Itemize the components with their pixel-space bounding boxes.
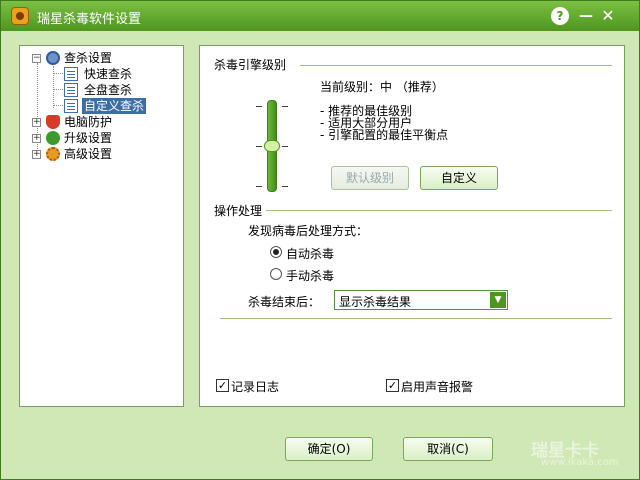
tree-item-pc-protection[interactable]: + 电脑防护 <box>26 114 176 130</box>
after-scan-value: 显示杀毒结果 <box>339 295 412 309</box>
section-divider <box>220 318 612 319</box>
manual-kill-label[interactable]: 手动杀毒 <box>286 267 334 284</box>
tree-item-scan-settings[interactable]: − 查杀设置 <box>26 50 176 66</box>
update-check-icon <box>46 131 60 145</box>
tree-item-quick-scan[interactable]: 快速查杀 <box>26 66 176 82</box>
tree-item-label: 自定义查杀 <box>82 98 147 114</box>
settings-tree: − 查杀设置 快速查杀 全盘查杀 自定义查杀 + 电脑防护 + 升级设置 + 高… <box>19 45 184 407</box>
current-level-text: 当前级别：中 （推荐） <box>320 80 444 94</box>
collapse-icon[interactable]: − <box>32 54 41 63</box>
document-icon <box>64 67 78 81</box>
gear-icon <box>46 147 60 161</box>
section-divider <box>300 65 612 66</box>
tree-item-label: 升级设置 <box>64 131 113 145</box>
watermark: 瑞星卡卡 www.ikaka.com <box>509 433 635 473</box>
tree-item-label: 高级设置 <box>64 147 113 161</box>
manual-kill-radio[interactable] <box>270 268 282 280</box>
operation-section-title: 操作处理 <box>214 204 263 218</box>
tree-item-advanced-settings[interactable]: + 高级设置 <box>26 146 176 162</box>
tree-item-custom-scan[interactable]: 自定义查杀 <box>26 98 176 114</box>
engine-level-slider-thumb[interactable] <box>264 140 280 152</box>
slider-tick <box>256 146 262 147</box>
virus-found-label: 发现病毒后处理方式： <box>248 224 369 238</box>
auto-kill-label[interactable]: 自动杀毒 <box>286 245 334 262</box>
after-scan-select[interactable]: 显示杀毒结果 ▼ <box>334 290 508 310</box>
auto-kill-radio[interactable] <box>270 246 282 258</box>
document-icon <box>64 99 78 113</box>
log-label[interactable]: 记录日志 <box>231 378 279 395</box>
sound-alarm-checkbox[interactable]: ✓ <box>386 379 399 392</box>
slider-tick <box>282 186 288 187</box>
document-icon <box>64 83 78 97</box>
custom-level-button[interactable]: 自定义 <box>420 166 498 190</box>
slider-tick <box>256 186 262 187</box>
scan-magnifier-icon <box>46 51 60 65</box>
slider-tick <box>282 146 288 147</box>
help-button[interactable]: ? <box>551 7 569 25</box>
after-scan-label: 杀毒结束后： <box>248 295 321 309</box>
ok-button[interactable]: 确定(O) <box>285 437 373 461</box>
tree-item-update-settings[interactable]: + 升级设置 <box>26 130 176 146</box>
settings-window: 瑞星杀毒软件设置 ? — ✕ − 查杀设置 快速查杀 全盘查杀 自定义查杀 + <box>0 0 640 480</box>
expand-icon[interactable]: + <box>32 150 41 159</box>
minimize-button[interactable]: — <box>577 7 595 25</box>
rising-logo-icon <box>11 7 29 25</box>
default-level-button[interactable]: 默认级别 <box>331 166 409 190</box>
close-button[interactable]: ✕ <box>599 7 617 25</box>
tree-item-label: 电脑防护 <box>64 115 113 129</box>
engine-section-title: 杀毒引擎级别 <box>214 58 287 72</box>
tree-item-label: 查杀设置 <box>64 51 113 65</box>
settings-panel: 杀毒引擎级别 当前级别：中 （推荐） - 推荐的最佳级别 - 适用大部分用户 -… <box>199 45 625 407</box>
window-title: 瑞星杀毒软件设置 <box>37 12 142 27</box>
watermark-url: www.ikaka.com <box>541 457 619 468</box>
tree-item-label: 全盘查杀 <box>84 83 133 97</box>
cancel-button[interactable]: 取消(C) <box>403 437 493 461</box>
tree-item-label: 快速查杀 <box>84 67 133 81</box>
tree-item-full-scan[interactable]: 全盘查杀 <box>26 82 176 98</box>
slider-tick <box>256 106 262 107</box>
expand-icon[interactable]: + <box>32 118 41 127</box>
sound-alarm-label[interactable]: 启用声音报警 <box>401 378 473 395</box>
shield-icon <box>46 115 60 129</box>
level-desc-line: - 引擎配置的最佳平衡点 <box>320 128 449 142</box>
dropdown-arrow-icon[interactable]: ▼ <box>490 292 506 308</box>
log-checkbox[interactable]: ✓ <box>216 379 229 392</box>
expand-icon[interactable]: + <box>32 134 41 143</box>
title-bar[interactable]: 瑞星杀毒软件设置 ? — ✕ <box>1 1 639 31</box>
section-divider <box>266 210 612 211</box>
slider-tick <box>282 106 288 107</box>
